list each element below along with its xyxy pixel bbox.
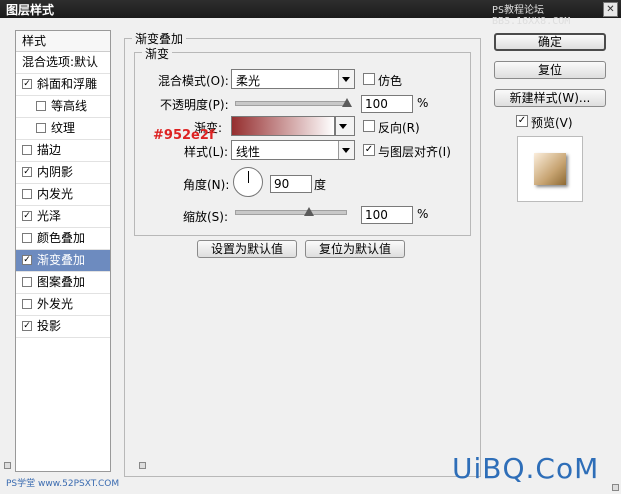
blend-mode-select[interactable]: 柔光 [231,69,355,89]
angle-needle [248,171,249,183]
sidebar-item-label: 颜色叠加 [37,231,86,245]
angle-input[interactable]: 90 [270,175,312,193]
footer-watermark-right: UiBQ.CoM [452,452,600,485]
sidebar-item[interactable]: 颜色叠加 [16,228,110,250]
dither-checkbox[interactable] [363,73,375,85]
scale-slider-thumb[interactable] [303,207,314,216]
blend-mode-value: 柔光 [236,74,261,88]
sidebar-item-checkbox[interactable] [22,277,32,287]
sidebar-item-label: 纹理 [51,121,76,135]
blend-mode-label: 混合模式(O): [158,74,229,88]
style-list-header[interactable]: 样式 [16,31,110,52]
opacity-slider-track[interactable] [235,101,349,106]
style-list: 样式 混合选项:默认 ✓ 斜面和浮雕等高线纹理描边 ✓ 内阴影内发光 ✓ 光泽颜色叠加 ✓ 渐变… [15,30,111,472]
align-label: 与图层对齐(I) [378,145,451,159]
sidebar-item-checkbox[interactable] [36,101,46,111]
sidebar-item-label: 外发光 [37,297,74,311]
chevron-down-icon [336,117,354,135]
opacity-slider-thumb[interactable] [342,98,352,107]
opacity-label: 不透明度(P): [160,98,229,112]
sidebar-item[interactable]: 外发光 [16,294,110,316]
style-value: 线性 [236,145,261,159]
preview-checkbox[interactable]: ✓ [516,115,528,127]
sidebar-item-label: 描边 [37,143,62,157]
corner-handle [612,484,619,491]
preview-label: 预览(V) [531,116,573,130]
sidebar-item[interactable]: 纹理 [16,118,110,140]
sidebar-item[interactable]: ✓ 斜面和浮雕 [16,74,110,96]
hex-annotation: #952e2f [153,128,215,143]
reset-default-button[interactable]: 复位为默认值 [305,240,405,258]
opacity-unit: % [417,96,429,110]
style-preview [517,136,583,202]
preview-swatch [534,153,566,185]
footer-watermark-left: PS学堂 www.52PSXT.COM [6,479,120,489]
reverse-checkbox[interactable] [363,120,375,132]
chevron-down-icon [338,141,354,159]
scale-unit: % [417,207,429,221]
sidebar-item-checkbox[interactable]: ✓ [22,79,32,89]
sidebar-item-label: 投影 [37,319,62,333]
sidebar-item-checkbox[interactable]: ✓ [22,321,32,331]
sidebar-item-checkbox[interactable] [22,189,32,199]
align-checkbox[interactable]: ✓ [363,144,375,156]
angle-unit: 度 [314,178,327,192]
angle-label: 角度(N): [183,178,230,192]
style-label: 样式(L): [184,145,229,159]
sidebar-item-checkbox[interactable] [22,145,32,155]
sidebar-item-label: 图案叠加 [37,275,86,289]
scale-label: 缩放(S): [183,210,229,224]
sidebar-item-checkbox[interactable]: ✓ [22,167,32,177]
opacity-input[interactable]: 100 [361,95,413,113]
sidebar-item-label: 内阴影 [37,165,74,179]
sidebar-item[interactable]: 图案叠加 [16,272,110,294]
sidebar-item-label: 混合选项:默认 [22,55,99,69]
make-default-button[interactable]: 设置为默认值 [197,240,297,258]
scale-input[interactable]: 100 [361,206,413,224]
sidebar-item[interactable]: 混合选项:默认 [16,52,110,74]
sidebar-item-label: 渐变叠加 [37,253,86,267]
sidebar-item-checkbox[interactable]: ✓ [22,255,32,265]
sidebar-item[interactable]: 内发光 [16,184,110,206]
new-style-button[interactable]: 新建样式(W)... [494,89,606,107]
sidebar-item-label: 等高线 [51,99,88,113]
sidebar-item-label: 内发光 [37,187,74,201]
title-bar: 图层样式 PS教程论坛 BBS.16XX8.COM ✕ [0,0,621,27]
sidebar-item-checkbox[interactable]: ✓ [22,211,32,221]
style-list-items: 混合选项:默认 ✓ 斜面和浮雕等高线纹理描边 ✓ 内阴影内发光 ✓ 光泽颜色叠加 ✓ 渐变叠加图… [16,52,110,338]
corner-handle [4,462,11,469]
reset-button[interactable]: 复位 [494,61,606,79]
corner-handle [139,462,146,469]
style-select[interactable]: 线性 [231,140,355,160]
sidebar-item[interactable]: 描边 [16,140,110,162]
sidebar-item[interactable]: 等高线 [16,96,110,118]
sidebar-item-label: 光泽 [37,209,62,223]
sidebar-item[interactable]: ✓ 内阴影 [16,162,110,184]
reverse-label: 反向(R) [378,121,420,135]
gradient-picker-dropdown[interactable] [335,116,355,136]
sidebar-item[interactable]: ✓ 投影 [16,316,110,338]
window-title: 图层样式 [6,3,55,17]
sidebar-item-checkbox[interactable] [22,233,32,243]
scale-slider-track[interactable] [235,210,347,215]
gradient-preview[interactable] [231,116,335,136]
sidebar-item[interactable]: ✓ 渐变叠加 [16,250,110,272]
sidebar-item-checkbox[interactable] [22,299,32,309]
sidebar-item-checkbox[interactable] [36,123,46,133]
title-watermark: PS教程论坛 BBS.16XX8.COM [492,5,571,27]
ok-button[interactable]: 确定 [494,33,606,51]
sidebar-item-label: 斜面和浮雕 [37,77,98,91]
chevron-down-icon [338,70,354,88]
dither-label: 仿色 [378,74,403,88]
group-title: 渐变 [142,45,173,62]
close-icon[interactable]: ✕ [603,2,618,17]
angle-dial[interactable] [233,167,263,197]
sidebar-item[interactable]: ✓ 光泽 [16,206,110,228]
